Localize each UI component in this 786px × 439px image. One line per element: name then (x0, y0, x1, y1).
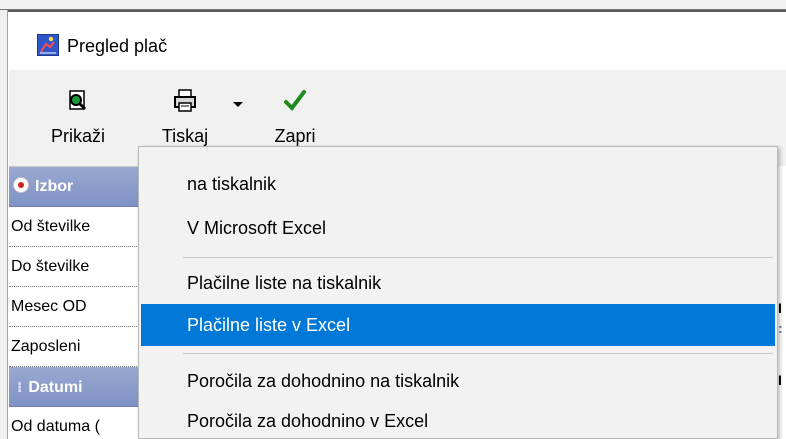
grid-row-label: Od številke (11, 218, 91, 235)
prikazi-button[interactable]: Prikaži (33, 76, 123, 162)
zapri-label: Zapri (274, 126, 316, 146)
category-icon: ⁝ (17, 379, 23, 395)
checkmark-icon (282, 88, 308, 114)
menu-item-porocila-tiskalnik[interactable]: Poročila za dohodnino na tiskalnik (141, 360, 775, 402)
grid-header-label: Izbor (35, 178, 74, 195)
app-icon (37, 34, 59, 56)
menu-item-label: Poročila za dohodnino v Excel (187, 411, 429, 431)
grid-header-label: Datumi (28, 379, 83, 396)
menu-item-placilne-liste-tiskalnik[interactable]: Plačilne liste na tiskalnik (141, 262, 775, 304)
prikazi-label: Prikaži (50, 126, 105, 146)
outer-window-border (0, 0, 786, 10)
menu-item-label: Plačilne liste v Excel (187, 315, 351, 335)
menu-item-porocila-excel[interactable]: Poročila za dohodnino v Excel (141, 400, 775, 439)
edge-fragment: : (778, 320, 783, 336)
edge-fragment: I (778, 300, 782, 316)
grid-row-do-stevilke[interactable]: Do številke (9, 247, 149, 287)
printer-icon (172, 88, 198, 114)
menu-separator (183, 353, 773, 354)
grid-header-datumi[interactable]: ⁝ Datumi (9, 367, 149, 407)
menu-item-v-microsoft-excel[interactable]: V Microsoft Excel (141, 207, 775, 249)
menu-item-na-tiskalnik[interactable]: na tiskalnik (141, 163, 775, 205)
grid-row-od-datuma[interactable]: Od datuma ( (9, 407, 149, 439)
grid-row-label: Mesec OD (11, 298, 87, 315)
menu-item-label: na tiskalnik (187, 174, 277, 194)
menu-item-placilne-liste-excel[interactable]: Plačilne liste v Excel (141, 304, 775, 346)
menu-separator (183, 257, 773, 258)
menu-item-label: Poročila za dohodnino na tiskalnik (187, 371, 460, 391)
edge-fragment: I (778, 372, 782, 388)
window-title: Pregled plač (67, 36, 168, 56)
tiskaj-label: Tiskaj (161, 126, 209, 146)
title-bar: Pregled plač (9, 12, 786, 70)
grid-row-mesec-od[interactable]: Mesec OD (9, 287, 149, 327)
tiskaj-dropdown-arrow-icon[interactable] (233, 102, 243, 107)
magnifier-page-icon (65, 88, 91, 114)
menu-item-label: V Microsoft Excel (187, 218, 327, 238)
grid-header-izbor[interactable]: Izbor (9, 167, 149, 207)
collapse-icon[interactable] (13, 177, 29, 193)
grid-row-label: Zaposleni (11, 338, 81, 355)
menu-item-label: Plačilne liste na tiskalnik (187, 273, 382, 293)
property-grid: Izbor Od številke Do številke Mesec OD Z… (9, 166, 149, 439)
print-dropdown-menu: na tiskalnik V Microsoft Excel Plačilne … (138, 146, 778, 439)
grid-row-label: Do številke (11, 258, 90, 275)
grid-row-label: Od datuma ( (11, 418, 100, 435)
grid-row-zaposleni[interactable]: Zaposleni (9, 327, 149, 367)
grid-row-od-stevilke[interactable]: Od številke (9, 207, 149, 247)
outer-window-left-edge (0, 10, 8, 439)
